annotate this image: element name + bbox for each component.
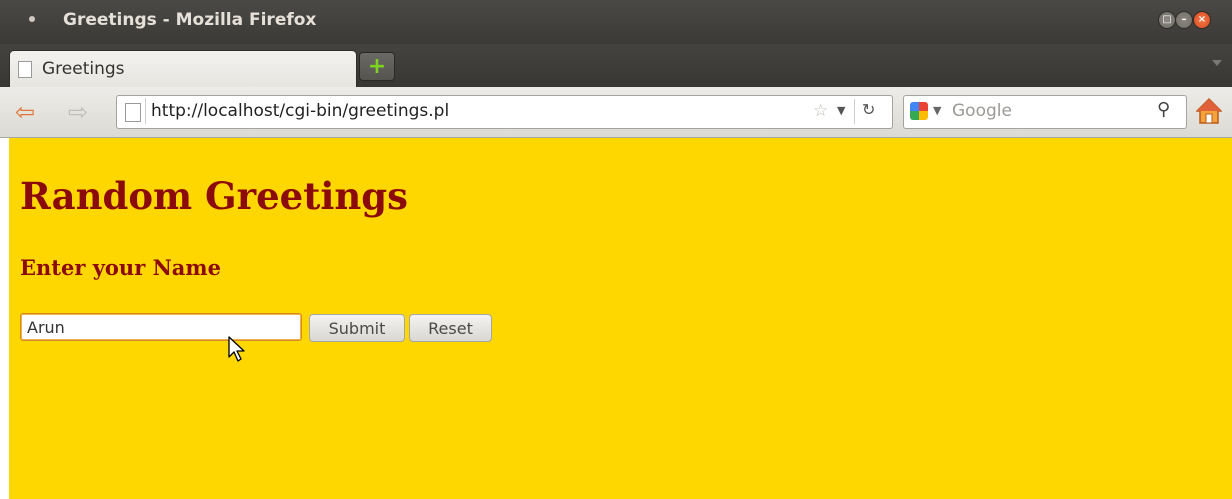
divider <box>854 99 855 124</box>
search-engine-dropdown-icon[interactable]: ▼ <box>933 104 941 117</box>
tab-strip: Greetings + <box>0 44 1232 88</box>
close-icon: × <box>1197 14 1207 25</box>
reset-button[interactable]: Reset <box>409 314 492 342</box>
tab-label: Greetings <box>42 59 125 79</box>
maximize-icon: □ <box>1162 14 1172 25</box>
page-icon <box>125 103 141 122</box>
nav-toolbar: ⇦ ⇨ http://localhost/cgi-bin/greetings.p… <box>0 87 1232 138</box>
google-icon[interactable] <box>910 102 928 120</box>
bookmark-star-icon[interactable]: ☆ <box>813 101 828 121</box>
page-title: Random Greetings <box>20 174 408 218</box>
back-arrow-icon[interactable]: ⇦ <box>15 100 35 124</box>
browser-window: Greetings - Mozilla Firefox □ – × Greeti… <box>0 0 1232 499</box>
url-text[interactable]: http://localhost/cgi-bin/greetings.pl <box>151 101 449 121</box>
window-menu-icon[interactable] <box>29 16 35 22</box>
minimize-button[interactable]: – <box>1175 11 1193 29</box>
search-bar[interactable]: ▼ Google ⚲ <box>903 95 1187 129</box>
page-subtitle: Enter your Name <box>20 255 221 280</box>
search-icon[interactable]: ⚲ <box>1157 99 1170 120</box>
tab-list-dropdown-icon[interactable] <box>1212 60 1222 66</box>
mouse-pointer-icon <box>228 336 245 362</box>
title-bar: Greetings - Mozilla Firefox □ – × <box>0 0 1232 44</box>
history-dropdown-icon[interactable]: ▼ <box>837 104 845 117</box>
home-icon[interactable] <box>1196 97 1222 125</box>
new-tab-button[interactable]: + <box>359 52 395 81</box>
forward-arrow-icon[interactable]: ⇨ <box>68 100 88 124</box>
minimize-icon: – <box>1181 14 1187 25</box>
plus-icon: + <box>367 54 387 79</box>
tab-greetings[interactable]: Greetings <box>9 50 357 88</box>
url-bar[interactable]: http://localhost/cgi-bin/greetings.pl ☆ … <box>116 95 893 129</box>
reload-icon[interactable]: ↻ <box>862 100 875 119</box>
maximize-button[interactable]: □ <box>1158 11 1176 29</box>
window-title: Greetings - Mozilla Firefox <box>63 10 317 30</box>
page-content: Random Greetings Enter your Name Submit … <box>9 138 1232 499</box>
close-button[interactable]: × <box>1193 11 1211 29</box>
search-placeholder[interactable]: Google <box>952 101 1012 121</box>
name-input[interactable] <box>20 313 302 341</box>
page-icon <box>18 61 32 78</box>
submit-button[interactable]: Submit <box>309 314 405 342</box>
